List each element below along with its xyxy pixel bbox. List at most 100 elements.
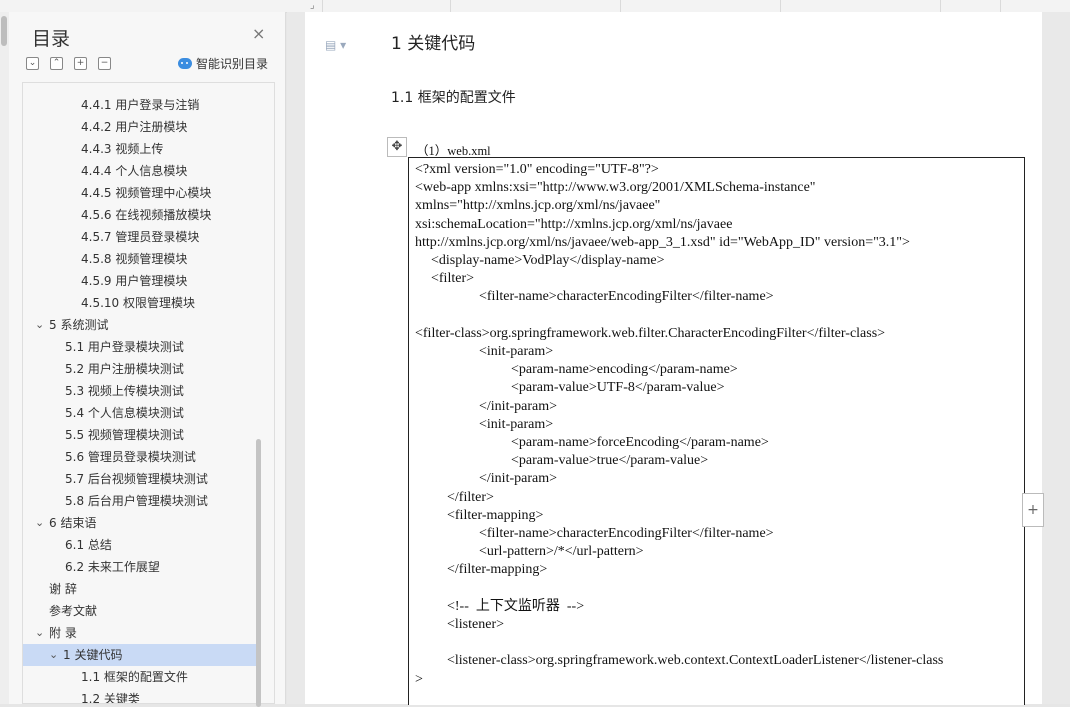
toc-item-label: 6.1 总结 <box>65 538 112 552</box>
toc-item[interactable]: 4.5.6 在线视频播放模块 <box>23 204 257 226</box>
code-line: </init-param> <box>479 471 557 487</box>
ai-robot-icon <box>178 58 192 69</box>
toc-list: 4.4.1 用户登录与注销 4.4.2 用户注册模块 4.4.3 视频上传 4.4.4… <box>22 82 275 704</box>
toc-item-label: 4.5.9 用户管理模块 <box>81 274 188 288</box>
move-handle-icon[interactable]: ✥ <box>387 137 407 157</box>
toc-item[interactable]: 5.7 后台视频管理模块测试 <box>23 468 257 490</box>
ruler-divider <box>620 0 621 12</box>
toc-item[interactable]: 4.4.2 用户注册模块 <box>23 116 257 138</box>
add-level-icon[interactable]: + <box>74 57 87 70</box>
ruler-divider <box>780 0 781 12</box>
chevron-down-icon[interactable]: ⌄ <box>35 512 44 534</box>
remove-level-icon[interactable]: − <box>98 57 111 70</box>
toc-item-label: 6.2 未来工作展望 <box>65 560 160 574</box>
toc-item-label: 5.5 视频管理模块测试 <box>65 428 184 442</box>
chevron-down-icon[interactable]: ⌄ <box>49 644 58 666</box>
toc-item-label: 5.2 用户注册模块测试 <box>65 362 184 376</box>
toc-item[interactable]: ⌄ 6 结束语 <box>23 512 257 534</box>
sidebar-scroll-knob[interactable] <box>1 16 7 46</box>
toc-item[interactable]: 4.5.9 用户管理模块 <box>23 270 257 292</box>
code-line: <url-pattern>/*</url-pattern> <box>479 544 644 560</box>
toc-item[interactable]: 5.4 个人信息模块测试 <box>23 402 257 424</box>
code-line: <!-- 上下文监听器 --> <box>447 598 585 614</box>
toc-item-label: 4.4.4 个人信息模块 <box>81 164 188 178</box>
toc-item[interactable]: 4.4.5 视频管理中心模块 <box>23 182 257 204</box>
code-line: <filter-mapping> <box>447 507 544 523</box>
toc-item-label: 5 系统测试 <box>49 318 109 332</box>
ruler-divider <box>1000 0 1001 12</box>
toc-item[interactable]: 4.4.3 视频上传 <box>23 138 257 160</box>
code-line: <filter-class>org.springframework.web.fi… <box>415 325 886 341</box>
collapse-all-icon[interactable]: ⌄ <box>26 57 39 70</box>
code-line: xsi:schemaLocation="http://xmlns.jcp.org… <box>415 216 733 232</box>
toc-item[interactable]: ⌄ 附 录 <box>23 622 257 644</box>
toc-item[interactable]: 6.2 未来工作展望 <box>23 556 257 578</box>
toc-item[interactable]: 6.1 总结 <box>23 534 257 556</box>
page-corner-mark: ⌟ <box>310 0 315 11</box>
toc-item[interactable]: 4.5.7 管理员登录模块 <box>23 226 257 248</box>
toc-item-label: 5.7 后台视频管理模块测试 <box>65 472 208 486</box>
toc-item[interactable]: ⌄ 5 系统测试 <box>23 314 257 336</box>
toc-item[interactable]: 5.2 用户注册模块测试 <box>23 358 257 380</box>
toc-item[interactable]: 1.2 关键类 <box>23 688 257 703</box>
toc-item[interactable]: 5.5 视频管理模块测试 <box>23 424 257 446</box>
toc-item-label: 4.5.8 视频管理模块 <box>81 252 188 266</box>
toc-item[interactable]: ⌄ 1 关键代码 <box>23 644 257 666</box>
toc-item-label: 6 结束语 <box>49 516 97 530</box>
code-line: <web-app xmlns:xsi="http://www.w3.org/20… <box>415 180 816 196</box>
code-block: <?xml version="1.0" encoding="UTF-8"?> <w… <box>408 157 1025 705</box>
code-line: <param-value>true</param-value> <box>511 453 709 469</box>
toc-item[interactable]: 4.4.1 用户登录与注销 <box>23 94 257 116</box>
toc-item[interactable]: 5.8 后台用户管理模块测试 <box>23 490 257 512</box>
code-line: <filter-name>characterEncodingFilter</fi… <box>479 526 774 541</box>
code-line: </filter> <box>447 489 494 505</box>
toc-item[interactable]: 4.5.8 视频管理模块 <box>23 248 257 270</box>
code-line: <filter> <box>431 271 474 287</box>
code-line: > <box>415 671 423 687</box>
toc-item-label: 4.5.6 在线视频播放模块 <box>81 208 212 222</box>
toc-item[interactable]: 5.1 用户登录模块测试 <box>23 336 257 358</box>
code-line: </init-param> <box>479 398 557 414</box>
code-line: xmlns="http://xmlns.jcp.org/xml/ns/javae… <box>415 198 661 214</box>
smart-toc-button[interactable]: 智能识别目录 <box>178 55 268 72</box>
toc-sidebar: 目录 × ⌄ ⌃ + − 智能识别目录 4.4.1 用户登录与注销 4.4.2 用… <box>0 12 286 707</box>
toc-item-label: 5.3 视频上传模块测试 <box>65 384 184 398</box>
toc-item-label: 4.5.10 权限管理模块 <box>81 296 195 310</box>
ruler-divider <box>450 0 451 12</box>
toc-item-label: 5.8 后台用户管理模块测试 <box>65 494 208 508</box>
code-line: http://xmlns.jcp.org/xml/ns/javaee/web-a… <box>415 234 910 250</box>
code-line: <init-param> <box>479 344 554 359</box>
toc-item[interactable]: 谢 辞 <box>23 578 257 600</box>
close-icon[interactable]: × <box>252 26 265 42</box>
code-line: <filter-name>characterEncodingFilter</fi… <box>479 289 774 305</box>
heading-2: 1.1 框架的配置文件 <box>391 90 516 106</box>
expand-up-icon[interactable]: ⌃ <box>50 57 63 70</box>
code-line: <listener> <box>447 617 504 632</box>
ruler-divider <box>322 0 323 12</box>
heading-1: 1 关键代码 <box>391 34 476 54</box>
toc-item[interactable]: 5.6 管理员登录模块测试 <box>23 446 257 468</box>
toc-item-label: 附 录 <box>49 626 77 640</box>
toc-item[interactable]: 4.5.10 权限管理模块 <box>23 292 257 314</box>
toc-item[interactable]: 参考文献 <box>23 600 257 622</box>
toc-item[interactable]: 4.4.4 个人信息模块 <box>23 160 257 182</box>
toc-item[interactable]: 5.3 视频上传模块测试 <box>23 380 257 402</box>
toc-item-label: 5.4 个人信息模块测试 <box>65 406 184 420</box>
toc-scrollbar[interactable] <box>256 439 261 707</box>
toc-item-label: 4.4.3 视频上传 <box>81 142 164 156</box>
code-line: </filter-mapping> <box>447 562 548 578</box>
chevron-down-icon[interactable]: ⌄ <box>35 622 44 644</box>
add-icon[interactable]: + <box>1022 493 1044 527</box>
sidebar-edge-strip <box>0 12 9 704</box>
toc-item[interactable]: 1.1 框架的配置文件 <box>23 666 257 688</box>
smart-toc-label: 智能识别目录 <box>196 57 269 71</box>
toc-item-label: 1 关键代码 <box>63 648 123 662</box>
code-line: <param-name>forceEncoding</param-name> <box>511 435 769 450</box>
chevron-down-icon[interactable]: ⌄ <box>35 314 44 336</box>
document-icon[interactable]: ▤ ▾ <box>325 38 346 52</box>
toc-item-label: 4.4.2 用户注册模块 <box>81 120 188 134</box>
toc-title: 目录 <box>32 28 71 50</box>
toc-item-label: 4.4.1 用户登录与注销 <box>81 98 200 112</box>
toc-item-label: 4.4.5 视频管理中心模块 <box>81 186 212 200</box>
toc-item-label: 谢 辞 <box>49 582 77 596</box>
